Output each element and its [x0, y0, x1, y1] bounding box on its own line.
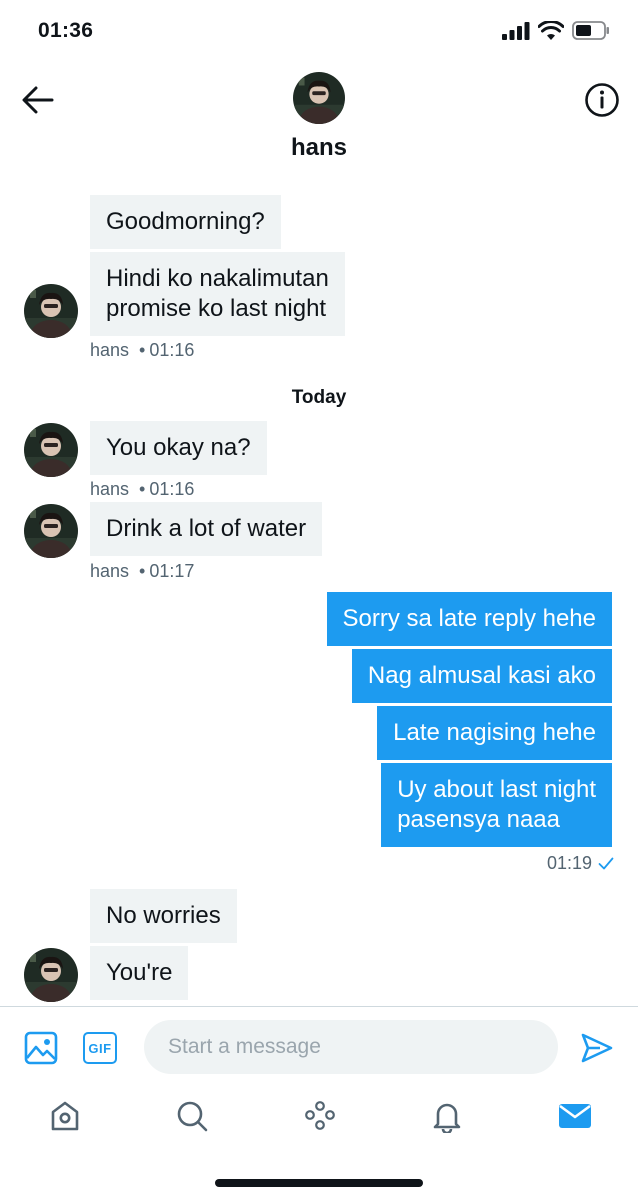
message-time: 01:17	[149, 561, 195, 581]
sender-photo	[24, 423, 78, 477]
battery-icon	[572, 21, 609, 40]
day-separator: Today	[291, 387, 347, 408]
sender-name: hans	[90, 340, 130, 360]
incoming-message[interactable]: No worries	[90, 889, 237, 943]
contact-avatar[interactable]	[293, 72, 345, 124]
message-meta: hans • 01:16	[90, 340, 194, 361]
contact-name[interactable]: hans	[0, 134, 638, 162]
message-meta: hans • 01:17	[90, 561, 194, 582]
outgoing-message[interactable]: Sorry sa late reply hehe	[326, 592, 612, 646]
sender-photo	[24, 948, 78, 1002]
home-icon	[51, 1101, 79, 1131]
message-input[interactable]	[144, 1020, 558, 1074]
message-list[interactable]: Goodmorning? Hindi ko nakalimutan promis…	[0, 172, 638, 1006]
back-button[interactable]	[20, 82, 56, 118]
sender-avatar[interactable]	[24, 284, 78, 338]
bell-icon	[433, 1103, 461, 1133]
tab-home[interactable]	[45, 1096, 85, 1136]
spaces-icon	[305, 1101, 335, 1130]
message-meta: hans • 01:16	[90, 479, 194, 500]
meta-separator: •	[139, 340, 146, 360]
outgoing-message[interactable]: Late nagising hehe	[377, 706, 612, 760]
incoming-message[interactable]: Hindi ko nakalimutan promise ko last nig…	[90, 252, 345, 336]
sender-avatar[interactable]	[24, 948, 78, 1002]
incoming-message[interactable]: Drink a lot of water	[90, 502, 323, 556]
status-time: 01:36	[38, 19, 94, 42]
sent-check-icon	[598, 857, 614, 870]
meta-separator: •	[139, 479, 146, 499]
sender-photo	[24, 284, 78, 338]
outgoing-message[interactable]: Uy about last night pasensya naaa	[381, 763, 612, 847]
meta-separator: •	[139, 561, 146, 581]
add-gif-button[interactable]: GIF	[82, 1030, 118, 1066]
info-icon	[585, 83, 619, 117]
tab-spaces[interactable]	[300, 1096, 340, 1136]
message-time: 01:16	[149, 340, 195, 360]
message-time: 01:19	[546, 853, 592, 873]
status-icons	[502, 21, 610, 40]
conversation-header: hans	[0, 62, 638, 172]
mail-icon	[559, 1104, 591, 1128]
info-button[interactable]	[584, 82, 620, 118]
gif-icon: GIF	[83, 1032, 117, 1064]
tab-search[interactable]	[172, 1096, 212, 1136]
tab-messages[interactable]	[555, 1096, 595, 1136]
add-media-button[interactable]	[23, 1030, 59, 1066]
home-indicator[interactable]	[215, 1179, 423, 1187]
contact-photo	[293, 72, 345, 124]
sender-name: hans	[90, 479, 130, 499]
bottom-tab-bar	[0, 1088, 638, 1148]
message-meta: 01:19	[547, 853, 614, 874]
image-icon	[24, 1031, 58, 1065]
message-composer: GIF	[0, 1006, 638, 1088]
incoming-message[interactable]: Goodmorning?	[90, 195, 281, 249]
send-button[interactable]	[579, 1030, 615, 1066]
wifi-icon	[538, 21, 564, 40]
send-icon	[581, 1033, 613, 1063]
tab-notifications[interactable]	[427, 1096, 467, 1136]
arrow-left-icon	[22, 86, 54, 114]
search-icon	[177, 1101, 208, 1132]
sender-photo	[24, 504, 78, 558]
sender-name: hans	[90, 561, 130, 581]
outgoing-message[interactable]: Nag almusal kasi ako	[351, 649, 612, 703]
message-time: 01:16	[149, 479, 195, 499]
sender-avatar[interactable]	[24, 504, 78, 558]
incoming-message[interactable]: You okay na?	[90, 421, 267, 475]
incoming-message[interactable]: You're	[90, 946, 189, 1000]
status-bar: 01:36	[0, 0, 638, 62]
cellular-signal-icon	[502, 21, 530, 40]
sender-avatar[interactable]	[24, 423, 78, 477]
